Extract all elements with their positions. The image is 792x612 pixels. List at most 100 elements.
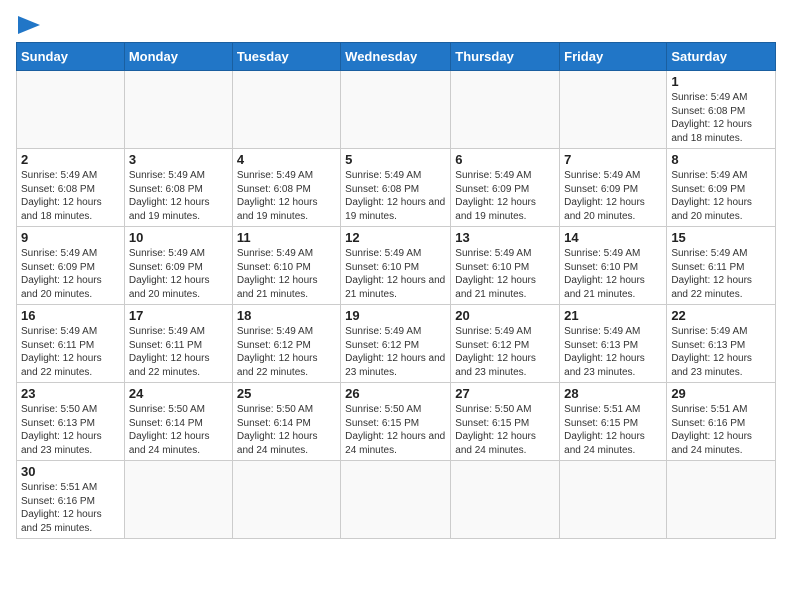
day-cell: 5 Sunrise: 5:49 AM Sunset: 6:08 PM Daylig… bbox=[341, 149, 451, 227]
day-number: 28 bbox=[564, 386, 662, 401]
day-number: 2 bbox=[21, 152, 120, 167]
day-cell: 23 Sunrise: 5:50 AM Sunset: 6:13 PM Dayli… bbox=[17, 383, 125, 461]
day-cell: 10Sunrise: 5:49 AM Sunset: 6:09 PM Dayli… bbox=[124, 227, 232, 305]
day-info: Sunrise: 5:49 AM Sunset: 6:08 PM Dayligh… bbox=[129, 169, 228, 223]
day-number: 23 bbox=[21, 386, 120, 401]
day-number: 8 bbox=[671, 152, 771, 167]
day-cell bbox=[124, 461, 232, 539]
day-number: 29 bbox=[671, 386, 771, 401]
day-info: Sunrise: 5:49 AM Sunset: 6:12 PM Dayligh… bbox=[455, 325, 555, 379]
day-cell: 29 Sunrise: 5:51 AM Sunset: 6:16 PM Dayli… bbox=[667, 383, 776, 461]
calendar-table: SundayMondayTuesdayWednesdayThursdayFrid… bbox=[16, 42, 776, 539]
day-number: 14 bbox=[564, 230, 662, 245]
day-cell bbox=[667, 461, 776, 539]
day-cell: 1 Sunrise: 5:49 AM Sunset: 6:08 PM Daylig… bbox=[667, 71, 776, 149]
calendar-body: 1 Sunrise: 5:49 AM Sunset: 6:08 PM Daylig… bbox=[17, 71, 776, 539]
day-info: Sunrise: 5:49 AM Sunset: 6:08 PM Dayligh… bbox=[21, 169, 120, 223]
day-number: 11 bbox=[237, 230, 336, 245]
day-cell: 11 Sunrise: 5:49 AM Sunset: 6:10 PM Dayli… bbox=[232, 227, 340, 305]
day-cell: 2 Sunrise: 5:49 AM Sunset: 6:08 PM Daylig… bbox=[17, 149, 125, 227]
day-cell: 12 Sunrise: 5:49 AM Sunset: 6:10 PM Dayli… bbox=[341, 227, 451, 305]
logo-triangle-icon bbox=[18, 16, 40, 34]
day-cell bbox=[17, 71, 125, 149]
day-cell: 19 Sunrise: 5:49 AM Sunset: 6:12 PM Dayli… bbox=[341, 305, 451, 383]
day-info: Sunrise: 5:49 AM Sunset: 6:08 PM Dayligh… bbox=[237, 169, 336, 223]
day-number: 18 bbox=[237, 308, 336, 323]
day-info: Sunrise: 5:49 AM Sunset: 6:08 PM Dayligh… bbox=[671, 91, 771, 145]
header-cell-thursday: Thursday bbox=[451, 43, 560, 71]
week-row-6: 30Sunrise: 5:51 AM Sunset: 6:16 PM Dayli… bbox=[17, 461, 776, 539]
day-info: Sunrise: 5:49 AM Sunset: 6:13 PM Dayligh… bbox=[564, 325, 662, 379]
day-cell: 22 Sunrise: 5:49 AM Sunset: 6:13 PM Dayli… bbox=[667, 305, 776, 383]
day-cell: 30Sunrise: 5:51 AM Sunset: 6:16 PM Dayli… bbox=[17, 461, 125, 539]
day-number: 7 bbox=[564, 152, 662, 167]
day-number: 4 bbox=[237, 152, 336, 167]
day-info: Sunrise: 5:49 AM Sunset: 6:11 PM Dayligh… bbox=[671, 247, 771, 301]
day-cell: 9 Sunrise: 5:49 AM Sunset: 6:09 PM Daylig… bbox=[17, 227, 125, 305]
header-cell-saturday: Saturday bbox=[667, 43, 776, 71]
day-cell: 8 Sunrise: 5:49 AM Sunset: 6:09 PM Daylig… bbox=[667, 149, 776, 227]
day-cell: 27 Sunrise: 5:50 AM Sunset: 6:15 PM Dayli… bbox=[451, 383, 560, 461]
day-number: 27 bbox=[455, 386, 555, 401]
day-cell bbox=[232, 71, 340, 149]
day-cell: 26 Sunrise: 5:50 AM Sunset: 6:15 PM Dayli… bbox=[341, 383, 451, 461]
day-number: 3 bbox=[129, 152, 228, 167]
day-info: Sunrise: 5:49 AM Sunset: 6:08 PM Dayligh… bbox=[345, 169, 446, 223]
day-number: 12 bbox=[345, 230, 446, 245]
day-cell: 20 Sunrise: 5:49 AM Sunset: 6:12 PM Dayli… bbox=[451, 305, 560, 383]
day-info: Sunrise: 5:49 AM Sunset: 6:10 PM Dayligh… bbox=[345, 247, 446, 301]
day-info: Sunrise: 5:50 AM Sunset: 6:15 PM Dayligh… bbox=[455, 403, 555, 457]
day-cell: 3 Sunrise: 5:49 AM Sunset: 6:08 PM Daylig… bbox=[124, 149, 232, 227]
day-info: Sunrise: 5:49 AM Sunset: 6:12 PM Dayligh… bbox=[237, 325, 336, 379]
day-number: 24 bbox=[129, 386, 228, 401]
day-number: 21 bbox=[564, 308, 662, 323]
day-info: Sunrise: 5:49 AM Sunset: 6:13 PM Dayligh… bbox=[671, 325, 771, 379]
day-info: Sunrise: 5:49 AM Sunset: 6:10 PM Dayligh… bbox=[455, 247, 555, 301]
day-info: Sunrise: 5:49 AM Sunset: 6:09 PM Dayligh… bbox=[21, 247, 120, 301]
day-info: Sunrise: 5:49 AM Sunset: 6:09 PM Dayligh… bbox=[671, 169, 771, 223]
day-cell bbox=[560, 461, 667, 539]
day-info: Sunrise: 5:50 AM Sunset: 6:14 PM Dayligh… bbox=[129, 403, 228, 457]
day-cell: 21 Sunrise: 5:49 AM Sunset: 6:13 PM Dayli… bbox=[560, 305, 667, 383]
day-cell bbox=[341, 461, 451, 539]
day-number: 1 bbox=[671, 74, 771, 89]
day-info: Sunrise: 5:50 AM Sunset: 6:14 PM Dayligh… bbox=[237, 403, 336, 457]
header-row: SundayMondayTuesdayWednesdayThursdayFrid… bbox=[17, 43, 776, 71]
day-cell: 25 Sunrise: 5:50 AM Sunset: 6:14 PM Dayli… bbox=[232, 383, 340, 461]
day-cell: 17 Sunrise: 5:49 AM Sunset: 6:11 PM Dayli… bbox=[124, 305, 232, 383]
day-number: 26 bbox=[345, 386, 446, 401]
day-info: Sunrise: 5:49 AM Sunset: 6:10 PM Dayligh… bbox=[237, 247, 336, 301]
day-number: 17 bbox=[129, 308, 228, 323]
page-header bbox=[16, 16, 776, 34]
day-number: 20 bbox=[455, 308, 555, 323]
day-cell: 16Sunrise: 5:49 AM Sunset: 6:11 PM Dayli… bbox=[17, 305, 125, 383]
day-number: 22 bbox=[671, 308, 771, 323]
day-info: Sunrise: 5:49 AM Sunset: 6:11 PM Dayligh… bbox=[129, 325, 228, 379]
day-info: Sunrise: 5:51 AM Sunset: 6:16 PM Dayligh… bbox=[671, 403, 771, 457]
day-number: 6 bbox=[455, 152, 555, 167]
day-info: Sunrise: 5:50 AM Sunset: 6:13 PM Dayligh… bbox=[21, 403, 120, 457]
week-row-5: 23 Sunrise: 5:50 AM Sunset: 6:13 PM Dayli… bbox=[17, 383, 776, 461]
week-row-4: 16 Sunrise: 5:49 AM Sunset: 6:11 PM Dayli… bbox=[17, 305, 776, 383]
day-number: 19 bbox=[345, 308, 446, 323]
day-cell: 13Sunrise: 5:49 AM Sunset: 6:10 PM Dayli… bbox=[451, 227, 560, 305]
day-cell bbox=[451, 461, 560, 539]
day-info: Sunrise: 5:51 AM Sunset: 6:15 PM Dayligh… bbox=[564, 403, 662, 457]
week-row-3: 9 Sunrise: 5:49 AM Sunset: 6:09 PM Daylig… bbox=[17, 227, 776, 305]
day-cell: 15Sunrise: 5:49 AM Sunset: 6:11 PM Dayli… bbox=[667, 227, 776, 305]
week-row-2: 2 Sunrise: 5:49 AM Sunset: 6:08 PM Daylig… bbox=[17, 149, 776, 227]
day-number: 25 bbox=[237, 386, 336, 401]
day-info: Sunrise: 5:50 AM Sunset: 6:15 PM Dayligh… bbox=[345, 403, 446, 457]
day-cell bbox=[341, 71, 451, 149]
header-cell-sunday: Sunday bbox=[17, 43, 125, 71]
day-cell bbox=[560, 71, 667, 149]
day-number: 9 bbox=[21, 230, 120, 245]
day-cell: 28 Sunrise: 5:51 AM Sunset: 6:15 PM Dayli… bbox=[560, 383, 667, 461]
day-number: 5 bbox=[345, 152, 446, 167]
header-cell-friday: Friday bbox=[560, 43, 667, 71]
day-cell: 24 Sunrise: 5:50 AM Sunset: 6:14 PM Dayli… bbox=[124, 383, 232, 461]
header-cell-monday: Monday bbox=[124, 43, 232, 71]
day-number: 16 bbox=[21, 308, 120, 323]
day-cell: 7Sunrise: 5:49 AM Sunset: 6:09 PM Daylig… bbox=[560, 149, 667, 227]
day-info: Sunrise: 5:49 AM Sunset: 6:12 PM Dayligh… bbox=[345, 325, 446, 379]
